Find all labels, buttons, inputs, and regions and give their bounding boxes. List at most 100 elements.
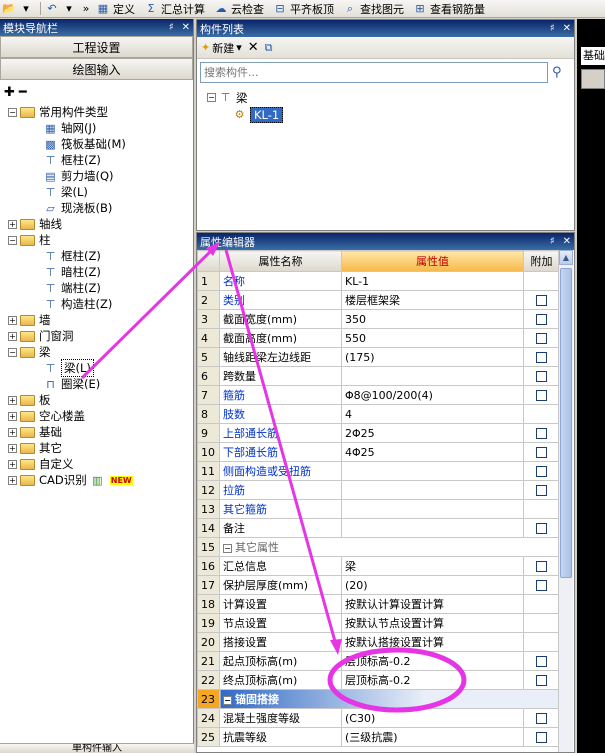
property-value[interactable]	[341, 499, 524, 519]
property-value[interactable]: Φ8@100/200(4)	[341, 385, 524, 405]
tree-item[interactable]: ▤ 剪力墙(Q)	[0, 168, 193, 184]
property-row[interactable]: 23− 锚固搭接	[197, 689, 560, 709]
foundation-tab[interactable]: 基础	[581, 47, 605, 65]
tree-item[interactable]: ⊤ 框柱(Z)	[0, 152, 193, 168]
property-value[interactable]: 4	[341, 404, 524, 424]
tree-item[interactable]: ⊤ 梁(L)	[0, 184, 193, 200]
tree-item[interactable]: ⊤ 端柱(Z)	[0, 280, 193, 296]
property-value[interactable]	[341, 461, 524, 481]
toolbar-item[interactable]: Σ 汇总计算	[144, 1, 205, 17]
property-value[interactable]: 按默认搭接设置计算	[341, 632, 524, 652]
close-icon[interactable]: ✕	[182, 22, 190, 33]
pin-icon[interactable]: ♯	[169, 22, 174, 33]
dropdown-arrow-icon[interactable]: ▾	[19, 2, 33, 15]
expand-icon[interactable]: +	[8, 459, 17, 469]
property-row[interactable]: 16 汇总信息梁	[197, 556, 560, 576]
section-header[interactable]: − 锚固搭接	[219, 689, 560, 709]
expand-icon[interactable]: +	[8, 443, 17, 453]
property-row[interactable]: 17 保护层厚度(mm) (20)	[197, 575, 560, 595]
property-row[interactable]: 15− 其它属性	[197, 537, 560, 557]
property-value[interactable]: 4Φ25	[341, 442, 524, 462]
add-checkbox[interactable]	[536, 485, 547, 496]
search-icon[interactable]: ⚲	[552, 65, 562, 80]
property-row[interactable]: 1 名称 KL-1	[197, 271, 560, 291]
property-value[interactable]	[341, 366, 524, 386]
property-row[interactable]: 24 混凝土强度等级 (C30)	[197, 708, 560, 728]
toolbar-item[interactable]: ☁ 云检查	[214, 1, 265, 17]
add-checkbox[interactable]	[536, 466, 547, 477]
expand-icon[interactable]: +	[8, 427, 17, 437]
property-value[interactable]: (175)	[341, 347, 524, 367]
scroll-thumb[interactable]	[560, 268, 572, 578]
property-row[interactable]: 9 上部通长筋 2Φ25	[197, 423, 560, 443]
add-checkbox[interactable]	[536, 523, 547, 534]
expand-all-icon[interactable]: ✚	[4, 85, 15, 100]
property-row[interactable]: 3 截面宽度(mm) 350	[197, 309, 560, 329]
pin-icon[interactable]: ♯	[550, 23, 555, 34]
property-value[interactable]: 梁	[341, 556, 524, 576]
add-checkbox[interactable]	[536, 371, 547, 382]
property-row[interactable]: 19 节点设置 按默认节点设置计算	[197, 613, 560, 633]
tree-folder[interactable]: + 自定义	[0, 456, 193, 472]
property-row[interactable]: 10 下部通长筋 4Φ25	[197, 442, 560, 462]
property-row[interactable]: 13 其它箍筋	[197, 499, 560, 519]
tree-item[interactable]: ⊤ 构造柱(Z)	[0, 296, 193, 312]
toolbar-item[interactable]: ⊟ 平齐板顶	[273, 1, 334, 17]
tree-item-kl1[interactable]: ⚙ KL-1	[207, 106, 574, 123]
tree-root-beam[interactable]: − ⊤ 梁	[207, 89, 574, 106]
tree-folder[interactable]: − 柱	[0, 232, 193, 248]
close-icon[interactable]: ✕	[563, 236, 571, 247]
property-row[interactable]: 4 截面高度(mm) 550	[197, 328, 560, 348]
tree-folder[interactable]: − 常用构件类型	[0, 104, 193, 120]
overflow-icon[interactable]: »	[79, 2, 93, 15]
toolbar-item[interactable]: ⊞ 查看钢筋量	[413, 1, 485, 17]
property-value[interactable]: 2Φ25	[341, 423, 524, 443]
tree-item[interactable]: ▩ 筏板基础(M)	[0, 136, 193, 152]
new-component-button[interactable]: ✦ 新建 ▾	[201, 40, 242, 56]
tree-item[interactable]: ⊤ 暗柱(Z)	[0, 264, 193, 280]
property-row[interactable]: 12 拉筋	[197, 480, 560, 500]
add-checkbox[interactable]	[536, 428, 547, 439]
property-value[interactable]: 按默认节点设置计算	[341, 613, 524, 633]
tree-folder[interactable]: − 梁	[0, 344, 193, 360]
tree-folder[interactable]: + 板	[0, 392, 193, 408]
tree-item[interactable]: ▦ 轴网(J)	[0, 120, 193, 136]
toolbar-item[interactable]: ⌕ 查找图元	[343, 1, 404, 17]
toolbar-item[interactable]: ▦ 定义	[96, 1, 135, 17]
project-settings-button[interactable]: 工程设置	[0, 36, 193, 58]
open-file-icon[interactable]: 📂	[2, 2, 16, 15]
property-value[interactable]: 按默认计算设置计算	[341, 594, 524, 614]
vertical-scrollbar[interactable]: ▲	[558, 250, 573, 752]
property-value[interactable]: (三级抗震)	[341, 727, 524, 747]
property-value[interactable]: KL-1	[341, 271, 524, 291]
property-row[interactable]: 2 类别 楼层框架梁	[197, 290, 560, 310]
add-checkbox[interactable]	[536, 580, 547, 591]
collapse-icon[interactable]: −	[8, 347, 17, 357]
tree-item[interactable]: ▱ 现浇板(B)	[0, 200, 193, 216]
add-checkbox[interactable]	[536, 390, 547, 401]
add-checkbox[interactable]	[536, 333, 547, 344]
copy-icon[interactable]: ⧉	[265, 41, 273, 55]
collapse-icon[interactable]: −	[8, 107, 17, 117]
add-checkbox[interactable]	[536, 675, 547, 686]
property-value[interactable]	[341, 518, 524, 538]
add-checkbox[interactable]	[536, 713, 547, 724]
property-value[interactable]: 层顶标高-0.2	[341, 651, 524, 671]
add-checkbox[interactable]	[536, 561, 547, 572]
pointer-tool[interactable]	[581, 69, 605, 89]
collapse-icon[interactable]: −	[223, 696, 232, 705]
scroll-up-icon[interactable]: ▲	[559, 250, 573, 265]
property-row[interactable]: 25 抗震等级 (三级抗震)	[197, 727, 560, 747]
tree-folder[interactable]: + 空心楼盖	[0, 408, 193, 424]
property-value[interactable]: 层顶标高-0.2	[341, 670, 524, 690]
search-input[interactable]	[200, 61, 548, 83]
drawing-input-button[interactable]: 绘图输入	[0, 58, 193, 80]
property-row[interactable]: 7 箍筋 Φ8@100/200(4)	[197, 385, 560, 405]
pin-icon[interactable]: ♯	[550, 236, 555, 247]
property-value[interactable]: (C30)	[341, 708, 524, 728]
property-row[interactable]: 8 肢数 4	[197, 404, 560, 424]
dropdown-arrow-icon[interactable]: ▾	[62, 2, 76, 15]
close-icon[interactable]: ✕	[563, 23, 571, 34]
property-row[interactable]: 21 起点顶标高(m) 层顶标高-0.2	[197, 651, 560, 671]
expand-icon[interactable]: +	[8, 475, 17, 485]
